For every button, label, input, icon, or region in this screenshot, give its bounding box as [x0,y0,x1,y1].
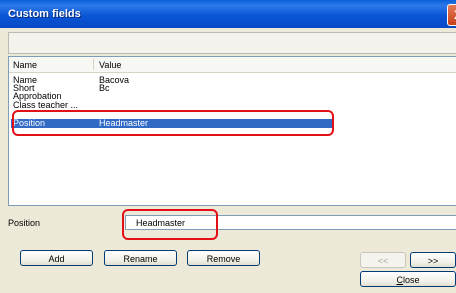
next-button[interactable]: >> [410,252,456,268]
window-title: Custom fields [8,8,81,20]
selection-highlight-outline [12,110,334,136]
close-button[interactable]: Close [360,271,456,287]
previous-button[interactable]: << [360,252,406,268]
close-icon[interactable]: X [447,4,456,26]
row-name-cell: Class teacher ... [13,100,79,110]
toolbar-band [8,32,456,54]
add-button[interactable]: Add [20,250,93,266]
field-label: Position [8,218,41,228]
remove-button[interactable]: Remove [187,250,260,266]
list-row-class-teacher[interactable]: Class teacher ... [9,101,456,110]
column-header-value[interactable]: Value [99,60,121,70]
column-separator[interactable] [93,59,94,70]
list-header: Name Value [9,57,456,73]
input-highlight-outline [122,209,218,240]
close-label: lose [402,275,420,285]
title-bar[interactable]: Custom fields X [0,0,456,28]
rename-button[interactable]: Rename [104,250,177,266]
column-header-name[interactable]: Name [13,60,37,70]
